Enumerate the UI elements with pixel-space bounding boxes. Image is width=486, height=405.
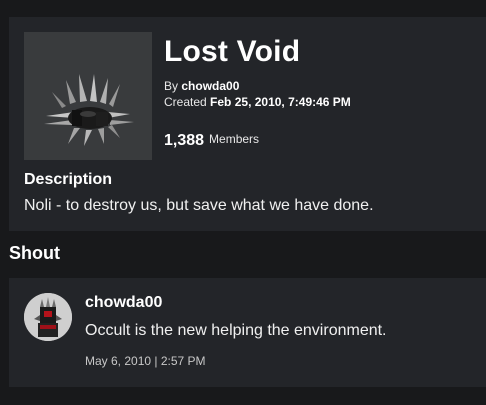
group-emblem[interactable] (24, 32, 152, 160)
shout-heading: Shout (9, 243, 60, 263)
description-text: Noli - to destroy us, but save what we h… (24, 197, 374, 214)
members-label: Members (209, 132, 260, 146)
description-heading: Description (24, 171, 113, 188)
shout-panel: chowda00 Occult is the new helping the e… (9, 278, 486, 387)
group-name: Lost Void (164, 35, 301, 68)
shout-poster-name[interactable]: chowda00 (85, 293, 162, 313)
group-header-panel: Lost Void By chowda00 Created Feb 25, 20… (9, 17, 486, 231)
group-owner-line: By chowda00 (164, 79, 239, 93)
member-count-block: 1,388 Members (164, 132, 259, 150)
spiked-crown-emblem-icon (44, 74, 134, 146)
by-label: By (164, 79, 179, 93)
shout-date: May 6, 2010 | 2:57 PM (85, 354, 206, 368)
group-created-line: Created Feb 25, 2010, 7:49:46 PM (164, 95, 351, 109)
group-page: Lost Void By chowda00 Created Feb 25, 20… (0, 0, 486, 405)
created-label: Created (164, 95, 207, 109)
member-count: 1,388 (164, 132, 205, 149)
owner-link[interactable]: chowda00 (181, 79, 239, 93)
created-date: Feb 25, 2010, 7:49:46 PM (210, 95, 351, 109)
user-avatar-icon[interactable] (24, 293, 72, 341)
shout-message: Occult is the new helping the environmen… (85, 322, 387, 339)
